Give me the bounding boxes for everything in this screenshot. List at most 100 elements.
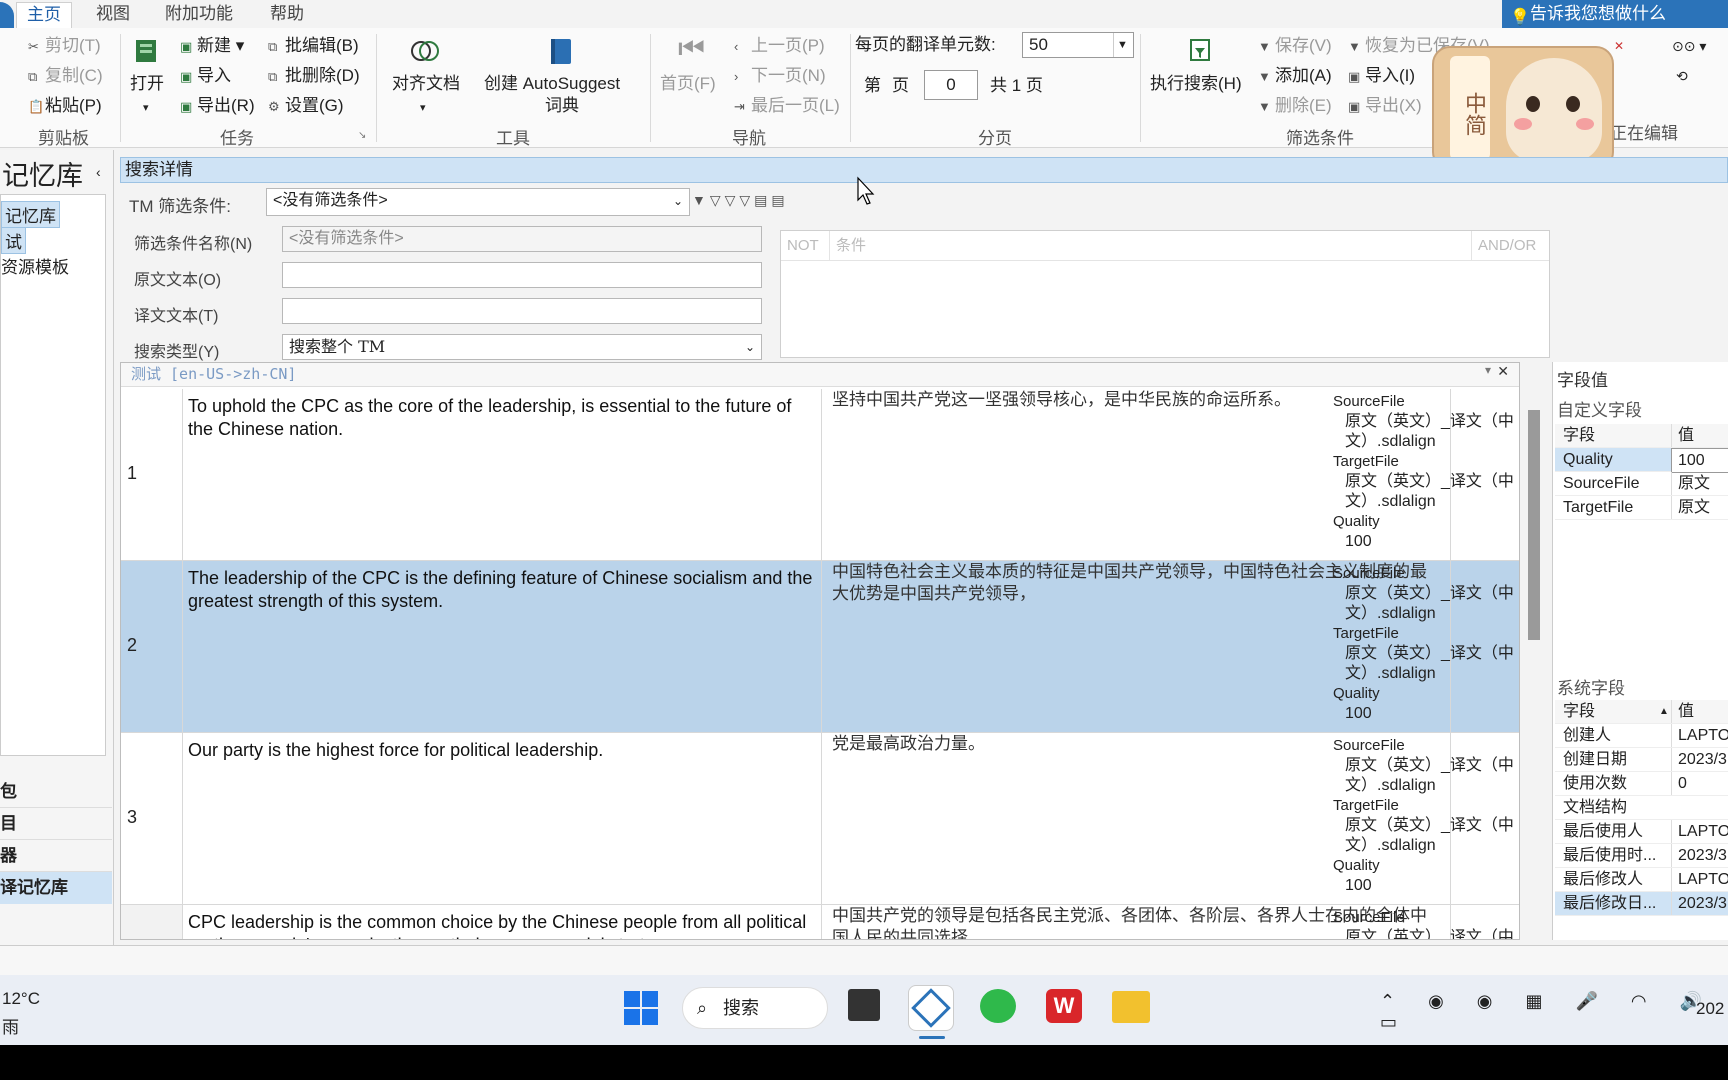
grid-scrollbar[interactable] (1528, 410, 1540, 640)
filter-import-button[interactable]: ▣ 导入(I) (1348, 66, 1415, 87)
filter-toolbar-icons[interactable]: ▼▽▽▽▤▤ (692, 192, 789, 209)
paste-button[interactable]: 📋粘贴(P) (28, 96, 102, 117)
file-explorer-icon[interactable] (1112, 991, 1150, 1023)
nav-pane-button[interactable]: 器 (0, 840, 112, 872)
filter-export-button[interactable]: ▣ 导出(X) (1348, 96, 1422, 117)
source-segment[interactable]: The leadership of the CPC is the definin… (188, 567, 818, 613)
collapse-icon[interactable]: ‹ (96, 164, 101, 180)
weather-temp[interactable]: 12°C (2, 989, 40, 1009)
search-details-header[interactable]: 搜索详情 (120, 157, 1728, 183)
field-key: Quality (1563, 451, 1613, 468)
field-value: 原文（英文）_译文（中文）.sdlalign (1345, 757, 1514, 794)
units-per-page-select[interactable]: 50 ▼ (1022, 32, 1134, 58)
last-page-button[interactable]: ⇥ 最后一页(L) (734, 96, 840, 117)
units-per-page-label: 每页的翻译单元数: (855, 35, 996, 54)
field-value-input[interactable]: 100 (1671, 448, 1728, 473)
field-row[interactable]: 使用次数 0 (1555, 772, 1728, 796)
filter-add-button[interactable]: ▼ 添加(A) (1258, 66, 1332, 87)
filter-restore-icon: ▼ (1348, 39, 1361, 54)
nav-tree-item[interactable]: 记忆库 (1, 201, 60, 228)
clear-icon[interactable]: ✕ (1614, 36, 1624, 56)
field-row[interactable]: 最后使用人 LAPTO (1555, 820, 1728, 844)
source-segment[interactable]: To uphold the CPC as the core of the lea… (188, 395, 818, 441)
condition-table[interactable]: NOT 条件 AND/OR (780, 230, 1550, 358)
trados-app-icon[interactable] (908, 985, 954, 1039)
wps-icon[interactable]: W (1046, 989, 1082, 1023)
source-segment[interactable]: CPC leadership is the common choice by t… (188, 911, 818, 939)
field-value: LAPTO (1671, 820, 1728, 843)
settings-button[interactable]: ⚙ 设置(G) (268, 96, 344, 117)
fields-header[interactable]: 字段 ▲ 值 (1555, 700, 1728, 724)
filter-save-button[interactable]: ▼ 保存(V) (1258, 36, 1332, 57)
tab-home[interactable]: 主页 (16, 2, 72, 28)
import-button[interactable]: ▣ 导入 (180, 66, 231, 87)
table-row[interactable]: 1 To uphold the CPC as the core of the l… (121, 389, 1519, 561)
batch-edit-button[interactable]: ⧉ 批编辑(B) (268, 36, 359, 57)
first-page-button[interactable]: 首页(F) (660, 74, 716, 94)
align-documents-button[interactable]: 对齐文档 (392, 74, 460, 94)
row-number (121, 905, 183, 939)
source-text-input[interactable] (282, 262, 762, 288)
open-button[interactable]: 打开 (130, 74, 164, 94)
fields-header: 字段 值 (1555, 424, 1728, 448)
batch-delete-button[interactable]: ⧉ 批删除(D) (268, 66, 360, 87)
first-page-icon: ⏮ (678, 32, 705, 65)
cat-eye-left-icon (1526, 96, 1540, 112)
nav-pane-button[interactable]: 包 (0, 776, 112, 808)
dialog-launcher-icon[interactable]: ↘ (358, 126, 366, 146)
cut-button[interactable]: ✂ 剪切(T) (28, 36, 101, 57)
table-row[interactable]: 3 Our party is the highest force for pol… (121, 733, 1519, 905)
filter-delete-button[interactable]: ▼ 删除(E) (1258, 96, 1332, 117)
field-row[interactable]: SourceFile 原文 (1555, 472, 1728, 496)
field-row[interactable]: 最后使用时... 2023/3 (1555, 844, 1728, 868)
taskbar-search[interactable]: ⌕ 搜索 (682, 987, 828, 1029)
tell-me-box[interactable]: 💡 告诉我您想做什么 (1502, 0, 1728, 28)
nav-tree-item[interactable]: 试 (1, 227, 26, 254)
copy-button[interactable]: ⧉ 复制(C) (28, 66, 103, 87)
next-page-button[interactable]: › 下一页(N) (734, 66, 826, 87)
wechat-icon[interactable] (980, 989, 1016, 1023)
field-row[interactable]: TargetFile 原文 (1555, 496, 1728, 520)
tab-view[interactable]: 视图 (86, 2, 140, 28)
table-row-selected[interactable]: 2 The leadership of the CPC is the defin… (121, 561, 1519, 733)
condition-col-not: NOT (787, 237, 819, 254)
binoculars-icon[interactable]: ⊙⊙ ▾ (1672, 36, 1706, 56)
export-label: 导出(R) (197, 96, 255, 115)
align-dropdown-icon[interactable]: ▾ (420, 98, 426, 118)
field-row-selected[interactable]: 最后修改日... 2023/3 (1555, 892, 1728, 916)
clock[interactable]: 202 (1696, 999, 1724, 1019)
target-text-input[interactable] (282, 298, 762, 324)
source-segment[interactable]: Our party is the highest force for polit… (188, 739, 818, 762)
open-dropdown-icon[interactable]: ▾ (143, 98, 149, 118)
windows-start-icon[interactable] (622, 989, 660, 1027)
prev-page-button[interactable]: ‹ 上一页(P) (734, 36, 825, 57)
replace-icon[interactable]: ⟲ (1676, 66, 1688, 86)
search-type-select[interactable]: 搜索整个 TM ⌄ (282, 334, 762, 360)
tm-filter-select[interactable]: <没有筛选条件> ⌄ (266, 188, 690, 216)
filter-name-field[interactable]: <没有筛选条件> (282, 226, 762, 252)
field-row[interactable]: 文档结构 (1555, 796, 1728, 820)
tab-help[interactable]: 帮助 (260, 2, 314, 28)
field-row[interactable]: 创建人 LAPTO (1555, 724, 1728, 748)
page-number-input[interactable]: 0 (924, 70, 978, 100)
run-search-button[interactable]: 执行搜索(H) (1150, 74, 1242, 94)
export-icon: ▣ (180, 99, 193, 114)
tab-addins[interactable]: 附加功能 (155, 2, 243, 28)
filter-delete-label: 删除(E) (1275, 96, 1332, 115)
grid-menu-icon[interactable]: ▾ (1485, 363, 1491, 377)
field-row[interactable]: Quality 100 (1555, 448, 1728, 473)
table-row[interactable]: CPC leadership is the common choice by t… (121, 905, 1519, 939)
nav-tree-item[interactable]: 资源模板 (1, 253, 69, 278)
create-autosuggest-button[interactable]: 创建 AutoSuggest (484, 74, 620, 94)
field-row[interactable]: 创建日期 2023/3 (1555, 748, 1728, 772)
nav-pane-button-selected[interactable]: 译记忆库 (0, 872, 112, 904)
field-row[interactable]: 最后修改人 LAPTO (1555, 868, 1728, 892)
close-icon[interactable]: ✕ (1497, 363, 1509, 380)
nav-pane-button[interactable]: 目 (0, 808, 112, 840)
task-view-icon[interactable] (848, 989, 880, 1021)
field-value: 0 (1671, 772, 1728, 795)
new-button[interactable]: ▣ 新建 ▾ (180, 36, 244, 57)
system-tray-icons[interactable]: ⌃ ◉ ◉ ▦ 🎤 ◠ 🔊 ▭ (1380, 991, 1728, 1033)
chevron-down-icon: ⌄ (744, 340, 755, 354)
export-button[interactable]: ▣ 导出(R) (180, 96, 255, 117)
